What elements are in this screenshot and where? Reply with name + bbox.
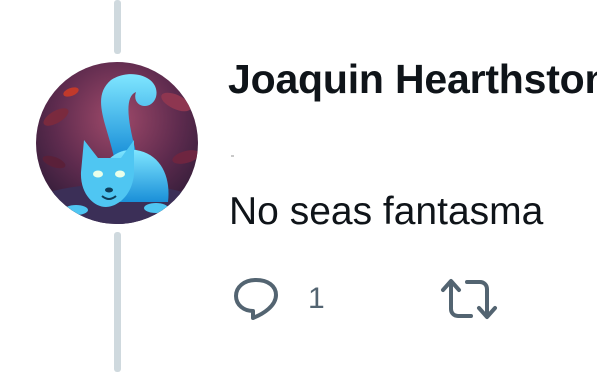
tweet-text: No seas fantasma <box>229 190 544 233</box>
blue-fox-avatar-image <box>36 62 198 224</box>
retweet-button[interactable] <box>440 276 498 322</box>
author-display-name[interactable]: Joaquin Hearthstone <box>228 56 597 103</box>
avatar[interactable] <box>36 62 198 224</box>
retweet-icon <box>441 279 497 319</box>
separator-dot <box>231 155 234 157</box>
tweet[interactable]: Joaquin Hearthstone No seas fantasma 1 <box>0 0 597 372</box>
thread-line-top <box>114 0 121 54</box>
reply-icon <box>234 278 278 320</box>
thread-line-bottom <box>114 232 121 372</box>
reply-button[interactable]: 1 <box>232 276 325 322</box>
reply-count: 1 <box>308 282 325 315</box>
